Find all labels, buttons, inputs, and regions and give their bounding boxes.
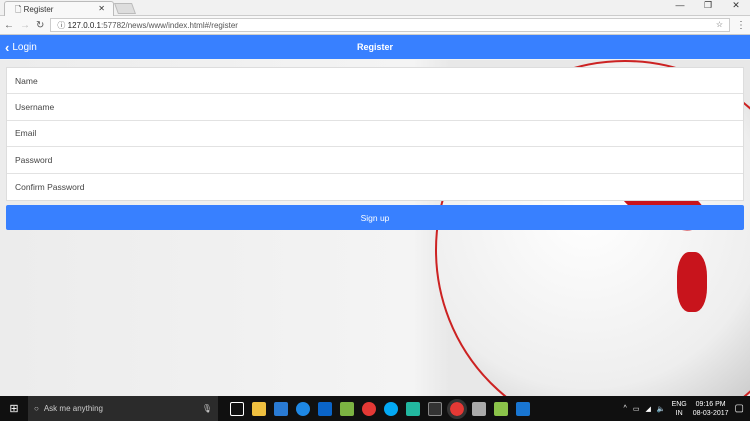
name-field-row [7, 68, 743, 95]
battery-icon[interactable]: ▭ [633, 405, 640, 413]
task-view-icon[interactable] [230, 401, 244, 416]
chrome-active-icon[interactable] [447, 398, 467, 419]
confirm-password-field-row [7, 174, 743, 200]
notepad-icon[interactable] [494, 401, 508, 416]
taskbar: ⊞ ○ Ask me anything 🎙 ^ ▭ ◢ 🔈 ENG IN 09:16 … [0, 396, 750, 421]
cortana-search-box[interactable]: ○ Ask me anything 🎙 [28, 396, 218, 421]
microphone-icon[interactable]: 🎙 [202, 404, 212, 413]
bookmark-star-icon[interactable]: ☆ [716, 20, 723, 30]
volume-icon[interactable]: 🔈 [657, 405, 666, 413]
browser-tab-bar: 🗋 Register ✕ — ❐ ✕ [0, 0, 750, 16]
clock[interactable]: 09:16 PM 08-03-2017 [693, 400, 729, 418]
webstorm-icon[interactable] [406, 401, 420, 416]
remote-icon[interactable] [516, 401, 530, 416]
sign-up-button[interactable]: Sign up [6, 205, 744, 230]
forward-arrow-icon[interactable]: → [20, 20, 30, 31]
email-input[interactable] [15, 128, 735, 139]
android-studio-icon[interactable] [340, 401, 354, 416]
file-explorer-icon[interactable] [252, 401, 266, 416]
windows-start-icon[interactable]: ⊞ [0, 402, 28, 415]
register-form [6, 67, 744, 201]
network-icon[interactable]: ◢ [645, 405, 650, 413]
confirm-password-input[interactable] [15, 181, 735, 192]
store-icon[interactable] [274, 401, 288, 416]
chrome-icon[interactable] [362, 401, 376, 416]
username-input[interactable] [15, 102, 735, 113]
app-header: ‹ Login Register [0, 35, 750, 59]
address-bar-row: ← → ↻ ⓘ 127.0.0.1:57782/news/www/index.h… [0, 16, 750, 35]
notifications-icon[interactable]: ▢ [735, 403, 744, 414]
outlook-icon[interactable] [318, 401, 332, 416]
content-area: Sign up [0, 60, 750, 396]
username-field-row [7, 94, 743, 121]
password-field-row [7, 147, 743, 174]
language-indicator[interactable]: ENG IN [672, 400, 687, 418]
reload-icon[interactable]: ↻ [36, 20, 44, 31]
menu-icon[interactable]: ⋮ [736, 20, 746, 31]
cortana-icon: ○ [34, 404, 39, 413]
maximize-icon[interactable]: ❐ [694, 0, 722, 11]
email-field-row [7, 121, 743, 148]
terminal-icon[interactable] [428, 401, 442, 416]
back-arrow-icon[interactable]: ← [4, 20, 14, 31]
info-icon: ⓘ [57, 21, 68, 30]
close-tab-icon[interactable]: ✕ [98, 4, 105, 13]
url-input[interactable]: ⓘ 127.0.0.1:57782/news/www/index.html#/r… [50, 18, 730, 32]
page-icon: 🗋 [15, 5, 24, 14]
name-input[interactable] [15, 75, 735, 86]
page-title: Register [356, 42, 393, 52]
minimize-icon[interactable]: — [666, 0, 694, 11]
new-tab-button[interactable] [113, 3, 137, 14]
password-input[interactable] [15, 154, 735, 165]
show-hidden-icons-chevron-icon[interactable]: ^ [624, 405, 627, 412]
close-window-icon[interactable]: ✕ [722, 0, 750, 11]
chevron-left-icon: ‹ [5, 39, 10, 55]
edge-icon[interactable] [296, 401, 310, 416]
app-icon[interactable] [472, 401, 486, 416]
browser-tab[interactable]: 🗋 Register ✕ [4, 1, 114, 16]
skype-icon[interactable] [384, 401, 398, 416]
back-button[interactable]: ‹ Login [5, 40, 37, 55]
